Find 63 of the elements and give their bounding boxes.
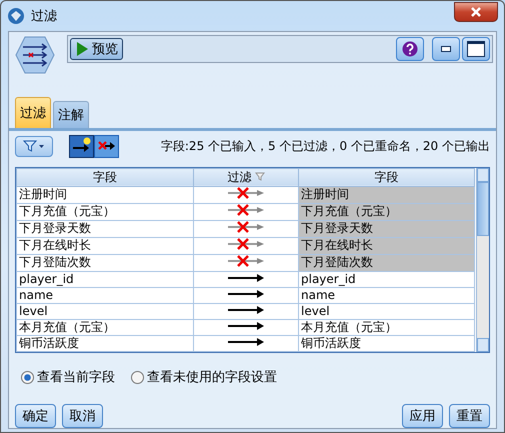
table-cell: level [16, 303, 194, 320]
help-button[interactable] [396, 37, 424, 61]
table-cell: player_id [298, 271, 474, 288]
tab[interactable]: 注解 [53, 100, 89, 128]
scrollbar[interactable] [476, 168, 489, 352]
dialog-button[interactable]: 应用 [402, 404, 443, 428]
funnel-icon [23, 140, 45, 152]
table-cell: 下月在线时长 [298, 237, 474, 254]
dialog-button[interactable]: 取消 [62, 404, 103, 428]
filtered-arrow-icon[interactable] [227, 204, 265, 216]
dialog-button[interactable]: 重置 [449, 404, 490, 428]
radio-label[interactable]: 查看当前字段 [37, 368, 115, 386]
pass-arrow-icon[interactable] [227, 272, 265, 283]
table-cell: 铜币活跃度 [16, 335, 194, 352]
pass-arrow-icon[interactable] [227, 320, 265, 331]
table-cell: 下月充值（元宝） [16, 203, 194, 220]
radio-label[interactable]: 查看未使用的字段设置 [147, 368, 277, 386]
field-summary: 字段:25 个已输入，5 个已过滤，0 个已重命名，20 个已输出 [160, 138, 490, 155]
table-cell: 下月登录天数 [16, 220, 194, 238]
table-cell: 下月在线时长 [16, 237, 194, 254]
app-icon [7, 7, 25, 25]
remove-fields-button[interactable] [94, 134, 119, 158]
maximize-icon [467, 41, 485, 57]
filtered-arrow-icon[interactable] [227, 238, 265, 250]
pass-arrow-icon[interactable] [227, 288, 265, 299]
column-header[interactable]: 字段 [298, 168, 474, 186]
close-button[interactable] [454, 2, 498, 22]
column-header[interactable]: 过滤 [194, 168, 298, 186]
filter-menu-button[interactable] [15, 136, 53, 157]
dialog-button[interactable]: 确定 [15, 404, 56, 428]
minimize-button[interactable] [432, 37, 460, 61]
table-cell: 下月登陆次数 [298, 254, 474, 272]
filtered-arrow-icon[interactable] [227, 254, 265, 267]
filtered-arrow-icon[interactable] [227, 220, 265, 233]
help-icon [402, 41, 418, 57]
pass-arrow-icon[interactable] [227, 336, 265, 347]
play-icon [75, 41, 89, 57]
table-cell: 本月充值（元宝） [298, 319, 474, 336]
filtered-arrow-icon[interactable] [227, 186, 265, 199]
table-cell: 下月登录天数 [298, 220, 474, 238]
close-icon [470, 7, 482, 17]
table-cell: 注册时间 [16, 186, 194, 204]
radio-button[interactable] [131, 370, 144, 384]
preview-button[interactable]: 预览 [70, 38, 123, 60]
radio-button[interactable] [21, 370, 34, 384]
table-cell: 注册时间 [298, 186, 474, 204]
window-title: 过滤 [31, 8, 58, 25]
table-cell: 本月充值（元宝） [16, 319, 194, 336]
table-cell: name [298, 287, 474, 304]
maximize-button[interactable] [462, 37, 490, 61]
filter-node-icon [15, 35, 55, 75]
table-cell: 铜币活跃度 [298, 335, 474, 352]
column-header[interactable]: 字段 [16, 168, 194, 186]
table-cell: name [16, 287, 194, 304]
table-cell: level [298, 303, 474, 320]
table-cell: 下月登陆次数 [16, 254, 194, 272]
pass-arrow-icon[interactable] [227, 304, 265, 315]
tab[interactable]: 过滤 [15, 96, 51, 128]
table-cell: 下月充值（元宝） [298, 203, 474, 220]
table-cell: player_id [16, 271, 194, 288]
funnel-icon [254, 172, 264, 181]
minimize-icon [441, 46, 451, 52]
pass-fields-button[interactable] [69, 134, 94, 158]
